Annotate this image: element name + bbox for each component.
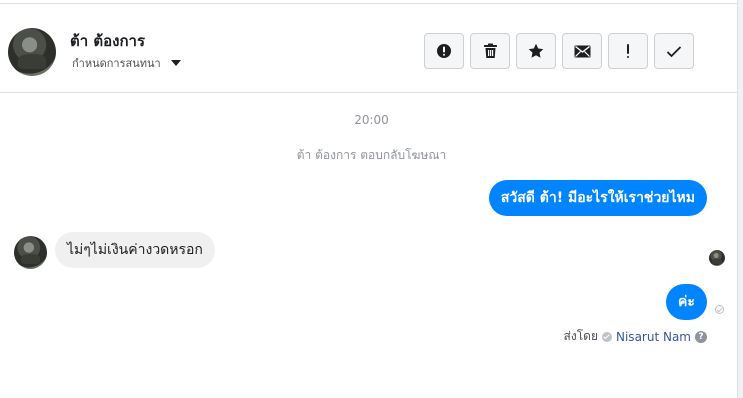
outgoing-message-bubble[interactable]: สวัสดี ต้า! มีอะไรให้เราช่วยไหม <box>488 180 707 216</box>
contact-avatar[interactable] <box>8 28 56 76</box>
trash-icon <box>483 43 497 58</box>
sent-by-info: ส่งโดย Nisarut Nam ? <box>564 327 707 346</box>
report-spam-button[interactable] <box>424 33 464 69</box>
caret-down-icon <box>170 60 181 66</box>
scrollbar-track[interactable] <box>738 0 743 398</box>
contact-name[interactable]: ต้า ต้องการ <box>70 29 145 53</box>
conversation-settings-label: กำหนดการสนทนา <box>72 57 161 70</box>
checkmark-icon <box>666 45 682 57</box>
message-timestamp: 20:00 <box>354 113 389 127</box>
alert-circle-icon <box>437 44 451 58</box>
sender-avatar[interactable] <box>14 236 47 269</box>
conversation-header: ต้า ต้องการ กำหนดการสนทนา <box>0 4 737 92</box>
follow-up-button[interactable] <box>608 33 648 69</box>
delete-button[interactable] <box>470 33 510 69</box>
mark-unread-button[interactable] <box>562 33 602 69</box>
verified-check-icon <box>602 331 612 342</box>
seen-avatar <box>709 250 725 266</box>
conversation-settings-dropdown[interactable]: กำหนดการสนทนา <box>72 54 181 72</box>
system-message: ต้า ต้องการ ตอบกลับโฆษณา <box>296 148 447 162</box>
help-icon[interactable]: ? <box>695 330 707 343</box>
sender-name[interactable]: Nisarut Nam <box>616 330 691 344</box>
star-button[interactable] <box>516 33 556 69</box>
mark-done-button[interactable] <box>654 33 694 69</box>
star-icon <box>528 43 544 58</box>
sent-by-label: ส่งโดย <box>563 329 598 343</box>
header-actions <box>424 33 694 69</box>
envelope-icon <box>574 45 590 57</box>
delivered-check-icon <box>715 305 724 314</box>
incoming-message-bubble[interactable]: ไม่ๆไม่เงินค่างวดหรอก <box>55 232 215 268</box>
exclamation-icon <box>627 44 629 58</box>
outgoing-message-bubble[interactable]: ค่ะ <box>666 284 707 320</box>
header-divider <box>0 92 737 93</box>
